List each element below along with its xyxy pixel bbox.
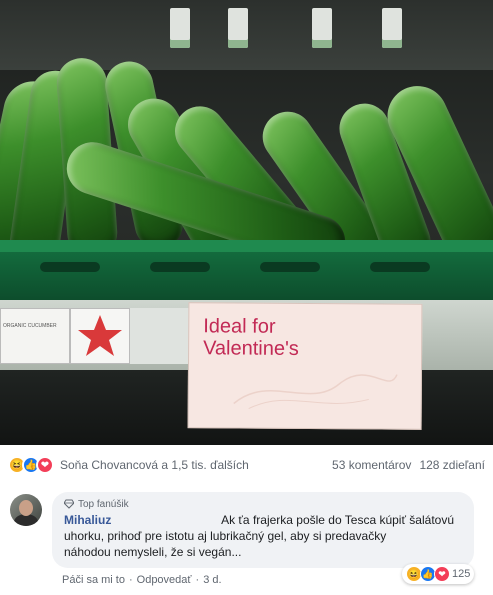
diamond-icon (64, 499, 74, 509)
reaction-icons[interactable]: 😆 👍 ❤ (8, 456, 54, 474)
crate-slot (150, 262, 210, 272)
comment-line-3: náhodou nemysleli, že si vegán... (64, 545, 242, 559)
crate-slot (40, 262, 100, 272)
comment-line-1: Ak ťa frajerka pošle do Tesca kúpiť šalá… (221, 513, 454, 527)
top-fan-badge: Top fanúšik (64, 497, 462, 511)
post-stats: 53 komentárov 128 zdieľaní (332, 458, 485, 472)
love-icon: ❤ (434, 566, 450, 582)
reply-button[interactable]: Odpovedať (137, 574, 192, 586)
star-icon (78, 315, 122, 356)
shares-count[interactable]: 128 zdieľaní (419, 458, 485, 472)
sign-decoration (233, 374, 398, 410)
price-tab (312, 8, 332, 48)
like-comment-button[interactable]: Páči sa mi to (62, 574, 125, 586)
comment-line-2: uhorku, prihoď pre istotu aj lubrikačný … (64, 529, 387, 543)
comments-count[interactable]: 53 komentárov (332, 458, 411, 472)
sign-line-2: Valentine's (203, 337, 299, 360)
love-icon: ❤ (36, 456, 54, 474)
crate-slot (260, 262, 320, 272)
comment-reaction-count: 125 (452, 568, 471, 580)
comment-bubble: Top fanúšik Mihaliuz Ak ťa frajerka pošl… (52, 492, 474, 568)
shelf-label-text: ORGANIC CUCUMBER (3, 323, 57, 329)
comment-actions: Páči sa mi to · Odpovedať · 3 d. (62, 574, 222, 586)
separator-dot: · (195, 574, 200, 586)
avatar[interactable] (10, 494, 42, 526)
shelf-price-label: ORGANIC CUCUMBER (0, 308, 70, 364)
reaction-names[interactable]: Soňa Chovancová a 1,5 tis. ďalších (60, 458, 332, 472)
crate-slot (370, 262, 430, 272)
comment-author[interactable]: Mihaliuz (64, 512, 174, 528)
comment-time[interactable]: 3 d. (203, 574, 221, 586)
comment-text: Mihaliuz Ak ťa frajerka pošle do Tesca k… (64, 512, 462, 560)
reactions-bar: 😆 👍 ❤ Soňa Chovancová a 1,5 tis. ďalších… (0, 445, 493, 485)
separator-dot: · (128, 574, 133, 586)
price-tab (228, 8, 248, 48)
post-photo[interactable]: ORGANIC CUCUMBER Ideal for Valentine's (0, 0, 493, 445)
price-tab (170, 8, 190, 48)
green-crate (0, 252, 493, 300)
avatar-face (19, 500, 33, 516)
price-tab (382, 8, 402, 48)
valentine-sign: Ideal for Valentine's (187, 302, 423, 430)
badge-label: Top fanúšik (78, 498, 129, 510)
sign-line-1: Ideal for (203, 315, 276, 338)
crate-rim (0, 240, 493, 252)
comment-reactions[interactable]: 😆 👍 ❤ 125 (402, 564, 475, 584)
sign-text: Ideal for Valentine's (203, 315, 299, 360)
